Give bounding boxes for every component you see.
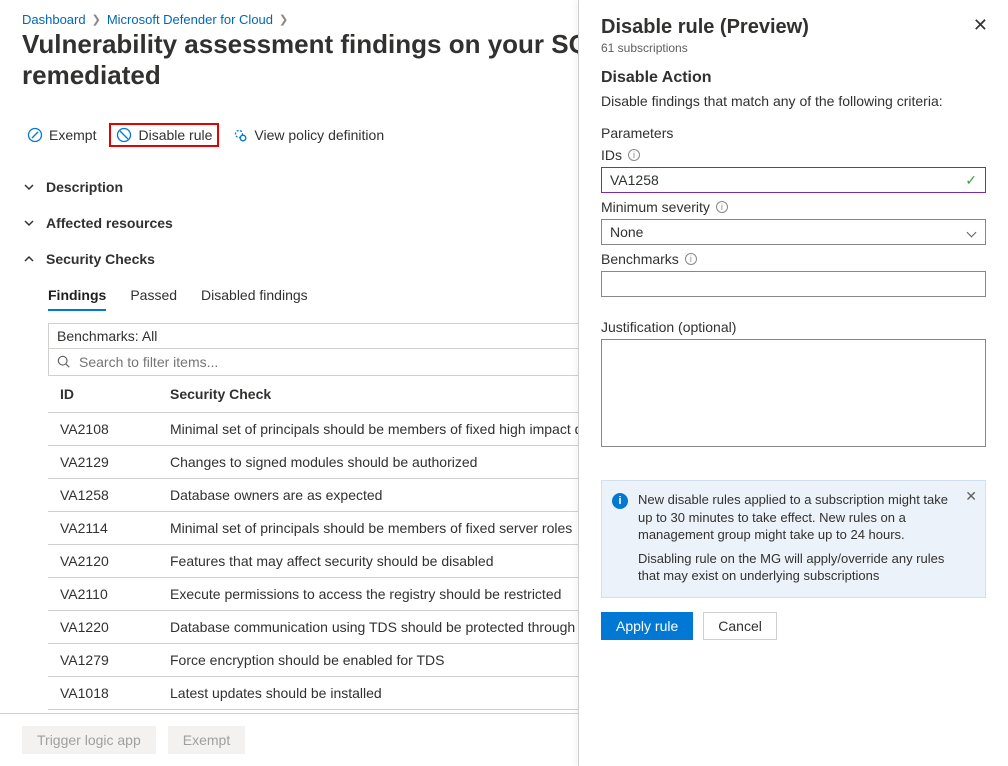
apply-rule-button[interactable]: Apply rule — [601, 612, 693, 640]
ids-label: IDs i — [601, 147, 986, 163]
ids-value: VA1258 — [610, 172, 659, 188]
cell-id: VA1279 — [48, 644, 158, 677]
minimum-severity-select[interactable]: None — [601, 219, 986, 245]
disable-rule-panel: ✕ Disable rule (Preview) 61 subscription… — [578, 0, 1008, 766]
cell-id: VA2108 — [48, 413, 158, 446]
chevron-down-icon — [22, 181, 36, 193]
disable-icon — [116, 127, 132, 143]
disable-action-description: Disable findings that match any of the f… — [601, 93, 986, 109]
tab-disabled-findings[interactable]: Disabled findings — [201, 281, 308, 311]
breadcrumb-link[interactable]: Dashboard — [22, 12, 86, 27]
panel-title: Disable rule (Preview) — [601, 16, 986, 39]
minimum-severity-label: Minimum severity i — [601, 199, 986, 215]
info-icon: i — [612, 493, 628, 509]
column-id[interactable]: ID — [48, 376, 158, 413]
tab-passed[interactable]: Passed — [130, 281, 177, 311]
chevron-down-icon — [967, 227, 977, 237]
info-icon[interactable]: i — [716, 201, 728, 213]
close-icon[interactable]: ✕ — [965, 487, 977, 506]
chevron-right-icon: ❯ — [92, 13, 101, 26]
benchmarks-field[interactable] — [601, 271, 986, 297]
policy-icon — [232, 127, 248, 143]
section-label: Security Checks — [46, 251, 155, 267]
view-policy-label: View policy definition — [254, 127, 384, 143]
close-icon[interactable]: ✕ — [973, 16, 988, 34]
exempt-button[interactable]: Exempt — [22, 125, 101, 145]
justification-label: Justification (optional) — [601, 319, 986, 335]
benchmarks-label: Benchmarks i — [601, 251, 986, 267]
chevron-right-icon: ❯ — [279, 13, 288, 26]
cell-id: VA1018 — [48, 677, 158, 710]
cell-id: VA1220 — [48, 611, 158, 644]
chevron-up-icon — [22, 253, 36, 265]
breadcrumb-link[interactable]: Microsoft Defender for Cloud — [107, 12, 273, 27]
info-text: New disable rules applied to a subscript… — [638, 491, 957, 544]
check-icon: ✓ — [965, 172, 977, 189]
info-text: Disabling rule on the MG will apply/over… — [638, 550, 957, 585]
disable-action-heading: Disable Action — [601, 69, 986, 87]
tab-findings[interactable]: Findings — [48, 281, 106, 311]
cell-id: VA2120 — [48, 545, 158, 578]
info-box: i ✕ New disable rules applied to a subsc… — [601, 480, 986, 598]
info-icon[interactable]: i — [685, 253, 697, 265]
cell-id: VA2110 — [48, 578, 158, 611]
search-icon — [57, 355, 71, 369]
cancel-button[interactable]: Cancel — [703, 612, 777, 640]
info-icon[interactable]: i — [628, 149, 640, 161]
section-label: Description — [46, 179, 123, 195]
panel-subtitle: 61 subscriptions — [601, 41, 986, 55]
cell-id: VA2129 — [48, 446, 158, 479]
justification-field[interactable] — [601, 339, 986, 447]
exempt-label: Exempt — [49, 127, 96, 143]
panel-actions: Apply rule Cancel — [601, 612, 986, 640]
cell-id: VA1258 — [48, 479, 158, 512]
minimum-severity-value: None — [610, 224, 643, 240]
ids-field[interactable]: VA1258 ✓ — [601, 167, 986, 193]
exempt-icon — [27, 127, 43, 143]
view-policy-button[interactable]: View policy definition — [227, 125, 389, 145]
section-label: Affected resources — [46, 215, 173, 231]
cell-id: VA2114 — [48, 512, 158, 545]
chevron-down-icon — [22, 217, 36, 229]
disable-rule-button[interactable]: Disable rule — [111, 125, 217, 145]
parameters-heading: Parameters — [601, 125, 986, 141]
disable-rule-label: Disable rule — [138, 127, 212, 143]
exempt-button-footer[interactable]: Exempt — [168, 726, 245, 754]
trigger-logic-app-button[interactable]: Trigger logic app — [22, 726, 156, 754]
